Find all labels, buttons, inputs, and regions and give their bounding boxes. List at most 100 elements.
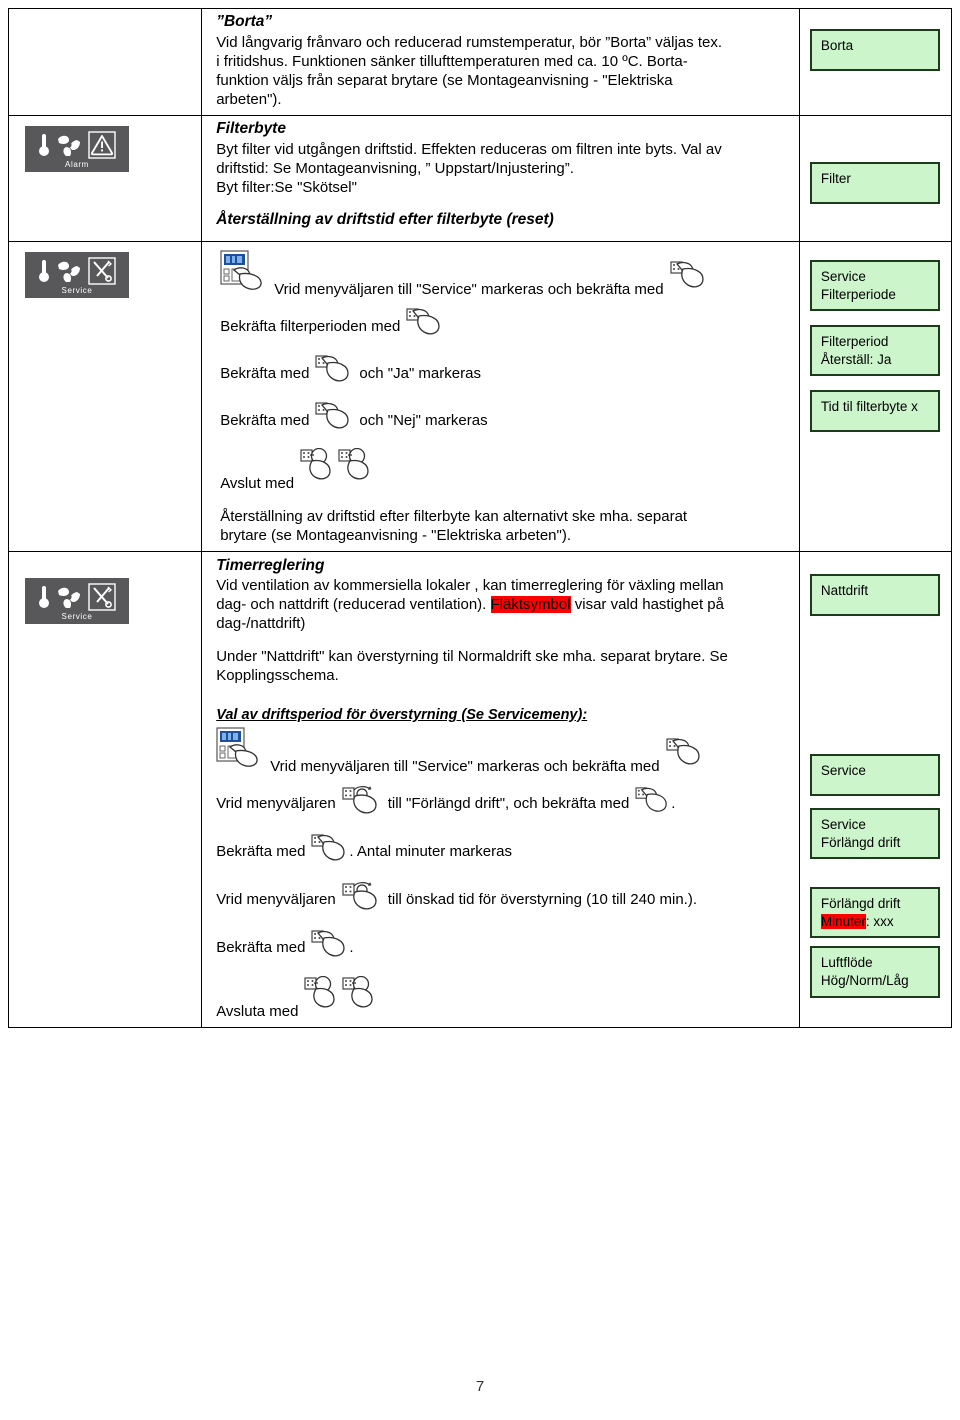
thermometer-icon: [39, 586, 49, 609]
heading-reset: Återställning av driftstid efter filterb…: [216, 211, 554, 229]
table-row: Service Vrid menyväljaren till "Service"…: [7, 241, 953, 553]
hand-press-double-icon: [300, 447, 380, 493]
step-text: Bekräfta med: [220, 364, 310, 382]
step-row: Vrid menyväljaren: [216, 880, 791, 921]
borta-line-3: funktion väljs från separat brytare (se …: [216, 72, 673, 89]
display-line: Filterperiode: [820, 286, 896, 302]
hand-press-icon: [311, 833, 349, 872]
step-text: Bekräfta filterperioden med: [220, 317, 401, 335]
display-line: Återställ: Ja: [820, 351, 892, 367]
tools-icon: [88, 583, 116, 611]
main-content-table: ”Borta” Vid långvarig frånvaro och reduc…: [7, 7, 953, 1028]
body-cell-filterbyte: Filterbyte Byt filter vid utgången drift…: [201, 115, 800, 243]
thermometer-icon: [39, 260, 49, 283]
icon-cell-service-2: Service: [7, 551, 203, 1028]
step-text: Bekräfta med: [220, 411, 310, 429]
body-cell-borta: ”Borta” Vid långvarig frånvaro och reduc…: [201, 7, 800, 117]
table-row: Alarm Filterbyte Byt filter vid utgången…: [7, 115, 953, 243]
borta-line-4: arbeten").: [216, 91, 282, 109]
panel-hand-icon: [220, 250, 268, 299]
step-text: Vrid menyväljaren: [216, 795, 336, 813]
step-row: Vrid menyväljaren till "Service" markera…: [220, 250, 791, 299]
step-text: Vrid menyväljaren till "Service" markera…: [274, 281, 664, 299]
panel-hand-icon: [216, 727, 264, 776]
step-text-after: och "Ja" markeras: [359, 364, 481, 382]
step-text-after: och "Nej" markeras: [359, 411, 488, 429]
warning-triangle-icon: [88, 131, 116, 159]
display-cell-timer: Nattdrift Service Service Förlängd drift…: [798, 551, 953, 1028]
hand-press-icon: [635, 786, 671, 823]
display-line: Förlängd drift: [820, 896, 901, 912]
display-line: Tid til filterbyte x: [820, 399, 918, 415]
status-icon-label: Service: [61, 286, 93, 296]
step-row: Bekräfta med och "Ja" markeras: [220, 354, 791, 393]
icon-cell-alarm: Alarm: [7, 115, 203, 243]
display-box-luftflode: Luftflöde Hög/Norm/Låg: [809, 946, 940, 998]
subheading-val-av-driftsperiod: Val av driftsperiod för överstyrning (Se…: [216, 706, 588, 723]
display-line: Filterperiod: [820, 334, 889, 350]
document-page: ”Borta” Vid långvarig frånvaro och reduc…: [0, 0, 960, 1420]
display-box-borta: Borta: [809, 29, 940, 71]
step-text: Avslut med: [220, 475, 295, 493]
step-text: Avsluta med: [216, 1002, 299, 1020]
step-text: Vrid menyväljaren till "Service" markera…: [270, 757, 660, 775]
step-row: Vrid menyväljaren: [216, 784, 791, 825]
display-line: Nattdrift: [820, 583, 869, 599]
step-text-after: . Antal minuter markeras: [349, 843, 512, 861]
service-status-icon: Service: [25, 252, 129, 299]
step-text: Bekräfta med: [216, 939, 306, 957]
reset-note-line-2: brytare (se Montageanvisning - "Elektris…: [220, 527, 572, 545]
status-icon-label: Service: [61, 612, 93, 622]
display-line-highlight: Minuter: xxx: [820, 913, 938, 931]
fan-icon: [58, 261, 80, 283]
tools-icon: [88, 257, 116, 285]
step-text-after: till "Förlängd drift", och bekräfta med: [387, 795, 630, 813]
hand-press-icon: [315, 354, 353, 393]
timer-para2-line-2: Kopplingsschema.: [216, 666, 339, 684]
icon-cell-empty: [7, 7, 203, 117]
step-text-after: .: [349, 939, 354, 957]
heading-filterbyte: Filterbyte: [216, 120, 286, 138]
filterbyte-line-3: Byt filter:Se "Skötsel": [216, 179, 357, 197]
step-text-after: till önskad tid för överstyrning (10 til…: [387, 891, 697, 909]
hand-press-icon: [311, 929, 349, 968]
timer-para2-line-1: Under "Nattdrift" kan överstyrning til N…: [216, 647, 728, 665]
hand-rotate-icon: [342, 784, 386, 825]
status-icon-label: Alarm: [65, 160, 89, 170]
hand-rotate-icon: [342, 880, 386, 921]
display-line: Service: [820, 817, 866, 833]
highlight-flaktsymbol: Fläktsymbol: [490, 595, 571, 613]
heading-borta: ”Borta”: [216, 13, 273, 30]
display-line: Service: [820, 763, 866, 779]
page-number: 7: [475, 1378, 485, 1395]
step-row: Avslut med: [220, 447, 791, 493]
thermometer-icon: [39, 134, 49, 157]
display-line: Hög/Norm/Låg: [820, 972, 909, 988]
step-text: Vrid menyväljaren: [216, 891, 336, 909]
display-cell-borta: Borta: [798, 7, 953, 117]
step-row: Bekräfta med och "Nej" markeras: [220, 401, 791, 440]
step-row: Bekräfta med .: [216, 929, 791, 968]
display-line: Borta: [820, 38, 854, 53]
display-line: Filter: [820, 171, 851, 187]
fan-icon: [58, 135, 80, 157]
step-tail: .: [671, 795, 676, 813]
display-box-forlangd-drift-minuter: Förlängd drift Minuter: xxx: [809, 887, 940, 939]
highlight-minuter: Minuter: [820, 913, 866, 929]
body-cell-timerreglering: Timerreglering Vid ventilation av kommer…: [201, 551, 800, 1028]
timerreglering-body: Vid ventilation av kommersiella lokaler …: [216, 576, 791, 633]
filterbyte-line-1: Byt filter vid utgången driftstid. Effek…: [216, 141, 722, 158]
step-row: Bekräfta med . Antal minuter markeras: [216, 833, 791, 872]
fan-icon: [58, 587, 80, 609]
display-box-filterperiod-aterstall: Filterperiod Återställ: Ja: [809, 325, 940, 377]
display-cell-service-filter: Service Filterperiode Filterperiod Åters…: [798, 241, 953, 553]
display-cell-filter: Filter: [798, 115, 953, 243]
highlight-rest: : xxx: [865, 913, 894, 929]
display-box-service-forlangd-drift: Service Förlängd drift: [809, 808, 940, 860]
filterbyte-line-2: driftstid: Se Montageanvisning, ” Uppsta…: [216, 160, 574, 178]
hand-press-icon: [666, 737, 704, 776]
display-line: Service: [820, 269, 866, 285]
reset-note-line-1: Återställning av driftstid efter filterb…: [220, 508, 688, 526]
display-box-nattdrift: Nattdrift: [809, 574, 940, 617]
display-box-tid-til-filterbyte: Tid til filterbyte x: [809, 390, 940, 433]
